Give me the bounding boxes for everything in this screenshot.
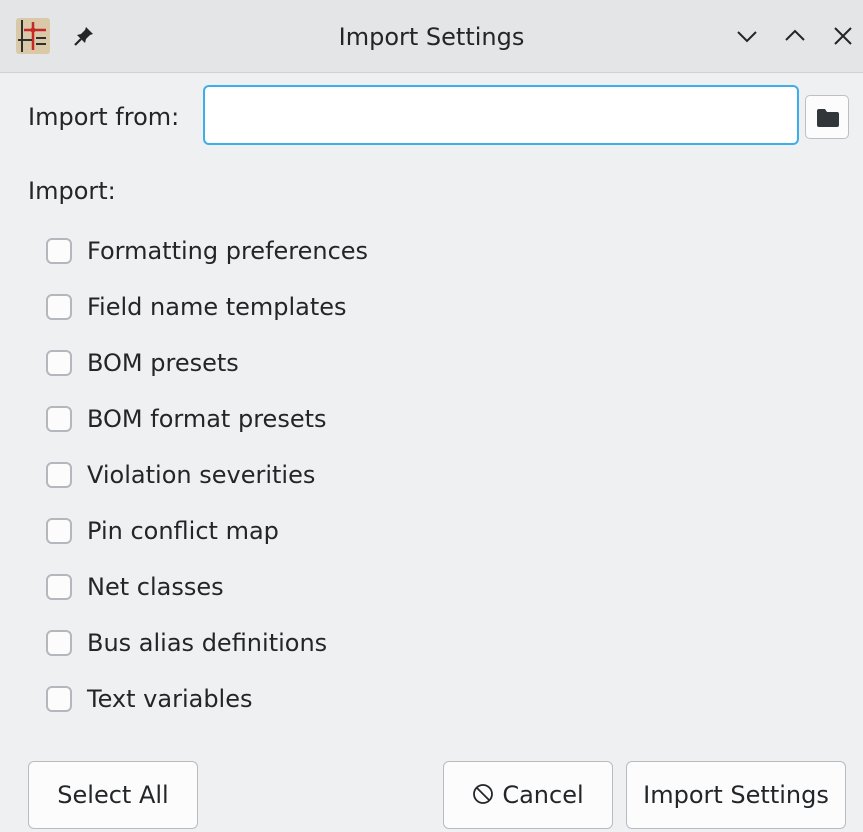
maximize-icon (785, 29, 805, 41)
option-label: Text variables (87, 685, 253, 713)
import-settings-button[interactable]: Import Settings (626, 761, 846, 829)
checkbox[interactable] (46, 462, 72, 488)
option-label: Violation severities (87, 461, 316, 489)
folder-icon (817, 109, 839, 127)
option-label: Formatting preferences (87, 237, 369, 265)
checkbox[interactable] (46, 238, 72, 264)
option-label: Bus alias definitions (87, 629, 328, 657)
checkbox[interactable] (46, 294, 72, 320)
option-label: BOM presets (87, 349, 239, 377)
cancel-button[interactable]: Cancel (443, 761, 613, 829)
checkbox[interactable] (46, 630, 72, 656)
option-label: Pin conflict map (87, 517, 279, 545)
checkbox[interactable] (46, 518, 72, 544)
close-icon (834, 27, 852, 45)
option-label: Net classes (87, 573, 224, 601)
import-section-label: Import: (28, 177, 116, 205)
maximize-button[interactable] (781, 22, 809, 50)
select-all-label: Select All (57, 781, 169, 809)
import-from-path-input[interactable] (203, 85, 799, 145)
browse-button[interactable] (805, 95, 849, 139)
checkbox[interactable] (46, 350, 72, 376)
option-label: Field name templates (87, 293, 347, 321)
checkbox[interactable] (46, 406, 72, 432)
option-label: BOM format presets (87, 405, 327, 433)
import-from-label: Import from: (28, 103, 180, 131)
title-bar: Import Settings (0, 0, 863, 73)
import-settings-label: Import Settings (643, 781, 829, 809)
close-button[interactable] (829, 22, 857, 50)
cancel-label: Cancel (502, 781, 584, 809)
import-settings-dialog: Import Settings Import from: Import: For… (0, 0, 863, 832)
minimize-button[interactable] (733, 22, 761, 50)
select-all-button[interactable]: Select All (28, 761, 198, 829)
minimize-icon (737, 31, 757, 43)
checkbox[interactable] (46, 686, 72, 712)
cancel-circle-icon (473, 784, 494, 804)
checkbox[interactable] (46, 574, 72, 600)
